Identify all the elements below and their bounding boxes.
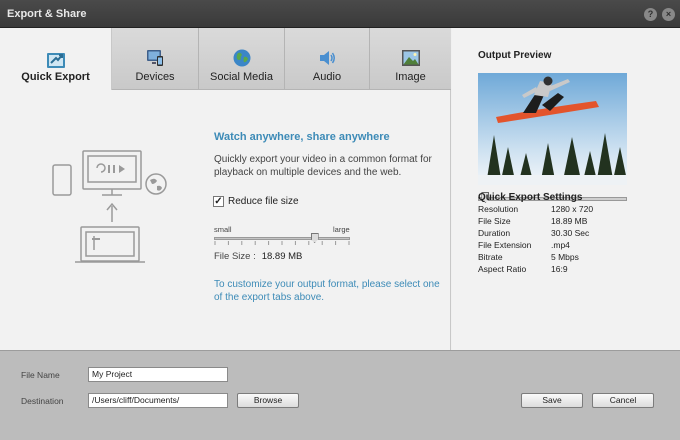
settings-key: Aspect Ratio bbox=[478, 264, 527, 274]
settings-row: File Size 18.89 MB bbox=[478, 216, 628, 228]
output-preview-title: Output Preview bbox=[478, 50, 552, 61]
export-options-panel: Quick Export Devices Social Media Audio … bbox=[0, 28, 451, 350]
file-size-readout: File Size : 18.89 MB bbox=[214, 251, 302, 262]
settings-key: Resolution bbox=[478, 204, 519, 214]
quick-export-settings-title: Quick Export Settings bbox=[478, 192, 583, 203]
settings-key: File Size bbox=[478, 216, 511, 226]
quick-export-icon bbox=[46, 53, 65, 68]
settings-row: Aspect Ratio 16:9 bbox=[478, 264, 628, 276]
file-size-value: 18.89 MB bbox=[261, 251, 303, 262]
slider-max-label: large bbox=[333, 225, 350, 234]
settings-value: 30.30 Sec bbox=[551, 228, 590, 238]
tab-label: Quick Export bbox=[21, 71, 90, 83]
tab-social-media[interactable]: Social Media bbox=[199, 28, 285, 90]
output-preview-panel: Output Preview Quick Export Settings Res… bbox=[452, 28, 680, 350]
devices-illustration bbox=[52, 150, 167, 263]
tab-label: Image bbox=[395, 71, 426, 83]
globe-icon bbox=[233, 49, 250, 67]
quick-export-description: Quickly export your video in a common fo… bbox=[214, 154, 432, 178]
devices-icon bbox=[147, 50, 163, 66]
tab-label: Social Media bbox=[210, 71, 273, 83]
reduce-file-size-checkbox[interactable]: ✓ bbox=[213, 196, 224, 207]
file-size-label: File Size : bbox=[214, 251, 256, 262]
cancel-button[interactable]: Cancel bbox=[592, 393, 654, 408]
tab-audio[interactable]: Audio bbox=[285, 28, 370, 90]
settings-value: 1280 x 720 bbox=[551, 204, 594, 214]
settings-value: 18.89 MB bbox=[551, 216, 588, 226]
export-share-window: Export & Share ? × Quick Export Devices … bbox=[0, 0, 680, 440]
tab-image[interactable]: Image bbox=[370, 28, 451, 90]
settings-list: Resolution 1280 x 720 File Size 18.89 MB Dur… bbox=[478, 204, 628, 276]
title-bar: Export & Share ? × bbox=[0, 0, 680, 28]
settings-key: Bitrate bbox=[478, 252, 503, 262]
settings-key: Duration bbox=[478, 228, 511, 238]
footer-bar: File Name My Project Destination /Users/… bbox=[0, 350, 680, 440]
tab-label: Devices bbox=[135, 71, 175, 83]
close-button[interactable]: × bbox=[662, 8, 675, 21]
browse-button[interactable]: Browse bbox=[237, 393, 299, 408]
save-button[interactable]: Save bbox=[521, 393, 583, 408]
help-button[interactable]: ? bbox=[644, 8, 657, 21]
settings-key: File Extension bbox=[478, 240, 532, 250]
settings-row: Bitrate 5 Mbps bbox=[478, 252, 628, 264]
tab-devices[interactable]: Devices bbox=[112, 28, 199, 90]
preview-thumbnail bbox=[478, 73, 627, 185]
settings-value: 16:9 bbox=[551, 264, 568, 274]
slider-ticks bbox=[214, 241, 350, 245]
destination-input[interactable]: /Users/cliff/Documents/ bbox=[88, 393, 228, 408]
settings-row: File Extension .mp4 bbox=[478, 240, 628, 252]
settings-row: Resolution 1280 x 720 bbox=[478, 204, 628, 216]
quick-export-headline: Watch anywhere, share anywhere bbox=[214, 131, 390, 143]
settings-value: .mp4 bbox=[551, 240, 570, 250]
speaker-icon bbox=[320, 51, 335, 65]
window-title: Export & Share bbox=[7, 8, 87, 20]
file-size-slider[interactable] bbox=[214, 237, 350, 240]
customize-hint: To customize your output format, please … bbox=[214, 279, 440, 303]
settings-value: 5 Mbps bbox=[551, 252, 579, 262]
reduce-file-size-label: Reduce file size bbox=[228, 196, 299, 207]
file-name-input[interactable]: My Project bbox=[88, 367, 228, 382]
file-name-label: File Name bbox=[21, 370, 60, 380]
settings-row: Duration 30.30 Sec bbox=[478, 228, 628, 240]
tab-quick-export[interactable]: Quick Export bbox=[0, 28, 112, 90]
export-tabs: Quick Export Devices Social Media Audio … bbox=[0, 28, 451, 90]
destination-label: Destination bbox=[21, 396, 64, 406]
slider-min-label: small bbox=[214, 225, 232, 234]
tab-label: Audio bbox=[312, 71, 342, 83]
image-icon bbox=[401, 50, 420, 66]
